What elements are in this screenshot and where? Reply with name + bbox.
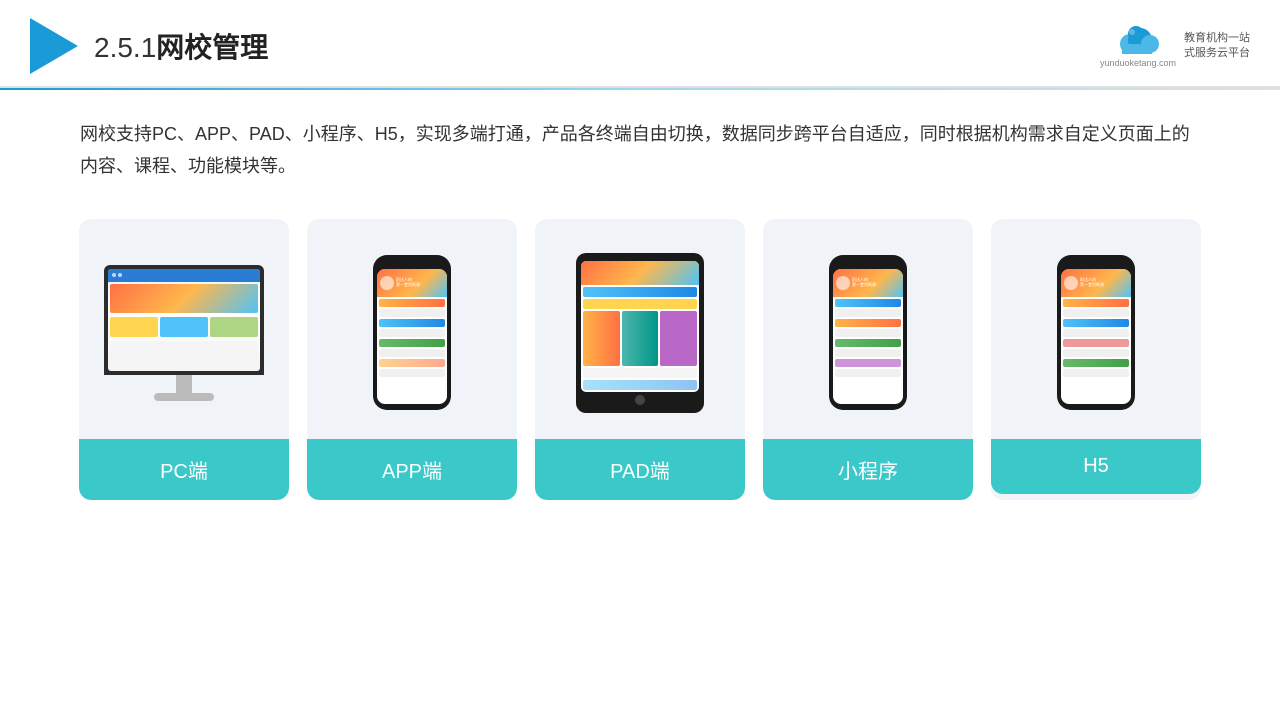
card-mini-image: 职达人的第一堂判断课 (763, 219, 973, 439)
card-h5: 职达人的第一堂判断课 (991, 219, 1201, 500)
card-pad-label: PAD端 (535, 439, 745, 500)
header-left: 2.5.1网校管理 (30, 18, 268, 74)
card-app-label: APP端 (307, 439, 517, 500)
card-app: 职达人的第一堂判断课 (307, 219, 517, 500)
card-pad-image (535, 219, 745, 439)
page-title: 2.5.1网校管理 (94, 26, 268, 66)
card-pad: PAD端 (535, 219, 745, 500)
card-h5-label: H5 (991, 439, 1201, 494)
card-pc: PC端 (79, 219, 289, 500)
description-text: 网校支持PC、APP、PAD、小程序、H5，实现多端打通，产品各终端自由切换，数… (0, 90, 1280, 199)
phone-app-icon: 职达人的第一堂判断课 (373, 255, 451, 410)
card-mini: 职达人的第一堂判断课 (763, 219, 973, 500)
card-app-image: 职达人的第一堂判断课 (307, 219, 517, 439)
card-mini-label: 小程序 (763, 439, 973, 500)
phone-h5-icon: 职达人的第一堂判断课 (1057, 255, 1135, 410)
platform-cards: PC端 职达人的第一堂判断课 (0, 199, 1280, 520)
logo-url: yunduoketang.com (1100, 58, 1176, 68)
card-pc-label: PC端 (79, 439, 289, 500)
page-header: 2.5.1网校管理 yunduoketang.com 教育机构一站 式服务云平台 (0, 0, 1280, 88)
logo-tagline: 教育机构一站 式服务云平台 (1184, 31, 1250, 62)
pc-monitor-icon (104, 265, 264, 401)
cloud-logo-icon: yunduoketang.com (1100, 24, 1176, 68)
brand-logo: yunduoketang.com 教育机构一站 式服务云平台 (1100, 24, 1250, 68)
card-pc-image (79, 219, 289, 439)
pad-icon (576, 253, 704, 413)
phone-mini-icon: 职达人的第一堂判断课 (829, 255, 907, 410)
card-h5-image: 职达人的第一堂判断课 (991, 219, 1201, 439)
brand-triangle-icon (30, 18, 78, 74)
